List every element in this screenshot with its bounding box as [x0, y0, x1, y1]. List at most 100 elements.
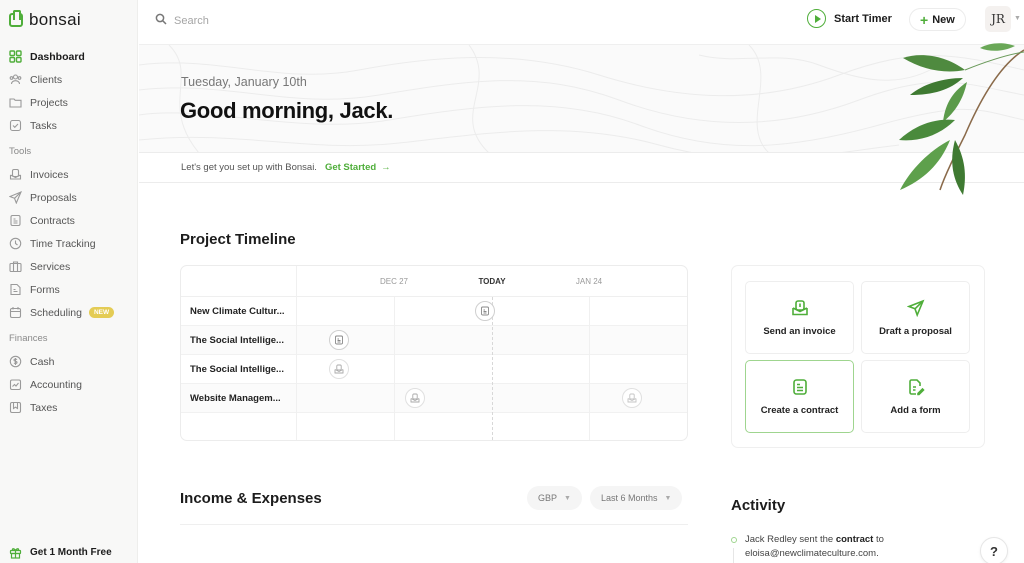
sidebar-item-taxes[interactable]: Taxes: [0, 396, 138, 419]
activity-timeline-line: [733, 548, 734, 563]
users-icon: [9, 73, 22, 86]
invoice-icon: [791, 299, 808, 315]
contract-icon: [335, 335, 343, 345]
sidebar-item-label: Accounting: [30, 378, 82, 391]
income-expenses-title: Income & Expenses: [180, 490, 322, 507]
sidebar-item-accounting[interactable]: Accounting: [0, 373, 138, 396]
search-icon: [155, 12, 167, 30]
sidebar-item-invoices[interactable]: Invoices: [0, 163, 138, 186]
leaves-illustration: [899, 43, 1024, 195]
sidebar-item-label: Proposals: [30, 191, 77, 204]
sidebar-item-scheduling[interactable]: Scheduling NEW: [0, 301, 138, 324]
bonsai-logo-icon: [9, 10, 23, 27]
invoice-marker[interactable]: [622, 388, 642, 408]
sidebar: bonsai Dashboard Clients Projects Tasks: [0, 0, 138, 563]
folder-icon: [9, 96, 22, 109]
sidebar-item-label: Cash: [30, 355, 55, 368]
play-icon: [807, 9, 826, 28]
promo-label: Get 1 Month Free: [30, 547, 112, 558]
sidebar-item-label: Taxes: [30, 401, 58, 414]
activity-title: Activity: [731, 497, 786, 514]
sidebar-item-label: Projects: [30, 96, 68, 109]
get-started-link[interactable]: Get Started →: [325, 162, 391, 173]
bookmark-icon: [9, 401, 22, 414]
sidebar-section-finances: Finances: [9, 333, 48, 344]
contract-icon: [481, 306, 489, 316]
timeline-row[interactable]: New Climate Cultur...: [181, 297, 687, 326]
timeline-row-label: The Social Intellige...: [190, 364, 284, 375]
send-icon: [906, 299, 924, 317]
action-label: Create a contract: [760, 404, 839, 416]
sidebar-item-label: Dashboard: [30, 50, 85, 63]
sidebar-item-time-tracking[interactable]: Time Tracking: [0, 232, 138, 255]
action-label: Draft a proposal: [879, 325, 952, 337]
invoice-marker[interactable]: [405, 388, 425, 408]
activity-dot-icon: [731, 537, 737, 543]
currency-select[interactable]: GBP ▼: [527, 486, 582, 510]
timeline-gridline: [296, 266, 297, 440]
timeline-header: DEC 27 TODAY JAN 24: [181, 266, 687, 297]
add-form-button[interactable]: Add a form: [861, 360, 970, 433]
start-timer-label: Start Timer: [834, 12, 892, 25]
sidebar-item-contracts[interactable]: Contracts: [0, 209, 138, 232]
sidebar-item-dashboard[interactable]: Dashboard: [0, 45, 138, 68]
document-icon: [792, 378, 807, 395]
sidebar-item-label: Contracts: [30, 214, 75, 227]
timeline-row[interactable]: The Social Intellige...: [181, 326, 687, 355]
get-free-month-link[interactable]: Get 1 Month Free: [9, 546, 112, 559]
timeline-row-label: Website Managem...: [190, 393, 281, 404]
chevron-down-icon: ▼: [564, 494, 571, 502]
today-line: [492, 297, 493, 440]
new-button[interactable]: + New: [909, 8, 966, 31]
chevron-down-icon: ▼: [664, 494, 672, 502]
clock-icon: [9, 237, 22, 250]
create-contract-button[interactable]: Create a contract: [745, 360, 854, 433]
action-label: Send an invoice: [763, 325, 836, 337]
current-date: Tuesday, January 10th: [181, 75, 307, 89]
invoice-icon: [334, 364, 344, 374]
search-input[interactable]: [174, 15, 374, 27]
send-icon: [9, 191, 22, 204]
timeline-column-today: TODAY: [478, 277, 506, 286]
help-button[interactable]: ?: [980, 537, 1008, 563]
sidebar-item-services[interactable]: Services: [0, 255, 138, 278]
sidebar-item-label: Services: [30, 260, 71, 273]
project-timeline-title: Project Timeline: [180, 231, 296, 248]
start-timer-button[interactable]: Start Timer: [807, 9, 892, 28]
chart-icon: [9, 378, 22, 391]
plus-icon: +: [920, 11, 929, 28]
main-nav: Dashboard Clients Projects Tasks Tools I…: [0, 45, 138, 419]
send-invoice-button[interactable]: Send an invoice: [745, 281, 854, 354]
invoice-marker[interactable]: [329, 359, 349, 379]
sidebar-item-forms[interactable]: Forms: [0, 278, 138, 301]
invoice-icon: [410, 393, 420, 403]
sidebar-item-label: Scheduling: [30, 306, 82, 319]
activity-item: Jack Redley sent the contract to eloisa@…: [745, 534, 884, 559]
sidebar-item-label: Clients: [30, 73, 63, 86]
timeline-row[interactable]: The Social Intellige...: [181, 355, 687, 384]
gift-icon: [9, 546, 22, 559]
timeline-row[interactable]: Website Managem...: [181, 384, 687, 413]
sidebar-item-projects[interactable]: Projects: [0, 91, 138, 114]
sidebar-item-clients[interactable]: Clients: [0, 68, 138, 91]
bonsai-logo[interactable]: bonsai: [9, 10, 81, 30]
search-bar: [155, 12, 374, 30]
sidebar-item-tasks[interactable]: Tasks: [0, 114, 138, 137]
draft-proposal-button[interactable]: Draft a proposal: [861, 281, 970, 354]
sidebar-item-proposals[interactable]: Proposals: [0, 186, 138, 209]
sidebar-item-label: Tasks: [30, 119, 57, 132]
user-avatar[interactable]: JR: [985, 6, 1011, 32]
date-range-select[interactable]: Last 6 Months ▼: [590, 486, 683, 510]
contract-marker[interactable]: [475, 301, 495, 321]
sidebar-item-label: Invoices: [30, 168, 69, 181]
form-icon: [9, 283, 22, 296]
topbar: Start Timer + New JR ▼: [139, 0, 1024, 44]
dollar-icon: [9, 355, 22, 368]
sidebar-item-cash[interactable]: Cash: [0, 350, 138, 373]
greeting-heading: Good morning, Jack.: [180, 98, 394, 123]
contract-marker[interactable]: [329, 330, 349, 350]
activity-bold-text[interactable]: contract: [836, 534, 873, 545]
chevron-down-icon[interactable]: ▼: [1014, 15, 1021, 22]
arrow-right-icon: →: [381, 162, 391, 173]
action-label: Add a form: [890, 404, 941, 416]
